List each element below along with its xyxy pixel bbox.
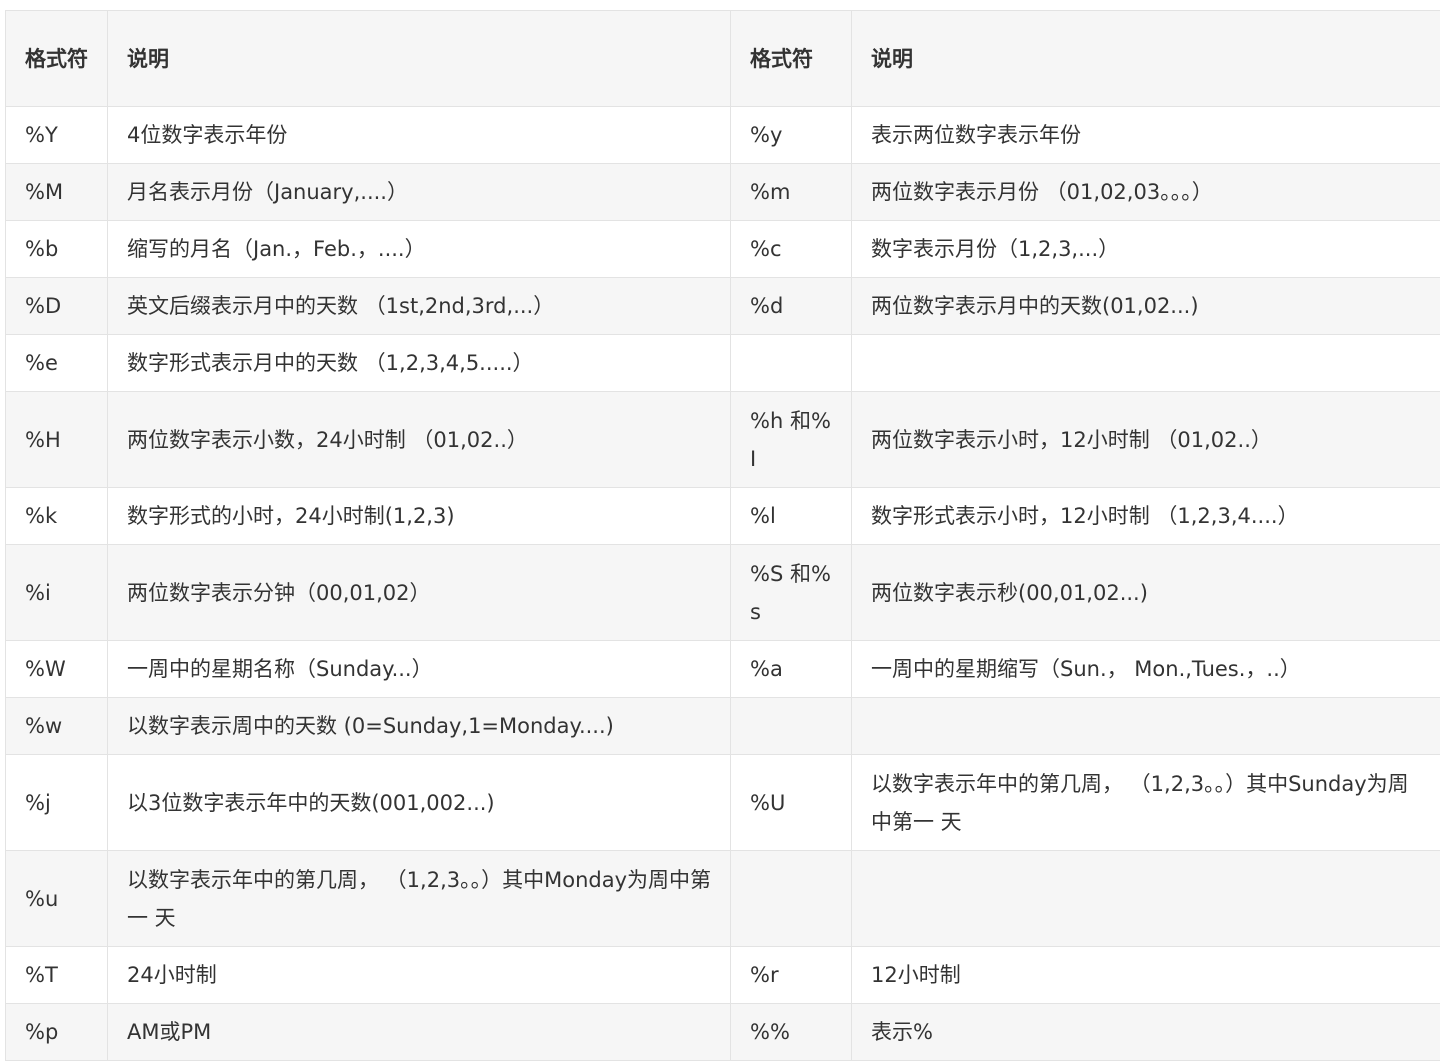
description-cell: 数字形式的小时，24小时制(1,2,3) xyxy=(107,487,731,545)
format-specifier-cell: %u xyxy=(5,850,108,947)
description-cell xyxy=(851,697,1440,755)
header-format-specifier-1: 格式符 xyxy=(5,10,108,107)
format-specifier-cell: %M xyxy=(5,163,108,221)
format-specifier-cell: %W xyxy=(5,640,108,698)
format-specifier-cell: %r xyxy=(730,946,852,1004)
format-specifier-cell: %j xyxy=(5,754,108,851)
table-row: %i 两位数字表示分钟（00,01,02） %S 和%s 两位数字表示秒(00,… xyxy=(5,544,1440,641)
format-specifier-cell: %H xyxy=(5,391,108,488)
format-specifier-cell: %p xyxy=(5,1003,108,1061)
description-cell: 月名表示月份（January,....） xyxy=(107,163,731,221)
format-specifier-cell: %S 和%s xyxy=(730,544,852,641)
description-cell: 缩写的月名（Jan.，Feb.，....） xyxy=(107,220,731,278)
header-format-specifier-2: 格式符 xyxy=(730,10,852,107)
description-cell: 以数字表示年中的第几周， （1,2,3。。）其中Monday为周中第一 天 xyxy=(107,850,731,947)
table-row: %u 以数字表示年中的第几周， （1,2,3。。）其中Monday为周中第一 天 xyxy=(5,850,1440,947)
format-specifier-cell: %y xyxy=(730,106,852,164)
table-row: %Y 4位数字表示年份 %y 表示两位数字表示年份 xyxy=(5,106,1440,164)
format-specifier-cell: %a xyxy=(730,640,852,698)
description-cell: 数字形式表示月中的天数 （1,2,3,4,5.....） xyxy=(107,334,731,392)
table-body: %Y 4位数字表示年份 %y 表示两位数字表示年份 %M 月名表示月份（Janu… xyxy=(5,106,1440,1061)
format-specifier-cell: %l xyxy=(730,487,852,545)
description-cell xyxy=(851,850,1440,947)
table-row: %M 月名表示月份（January,....） %m 两位数字表示月份 （01,… xyxy=(5,163,1440,221)
format-specifier-cell xyxy=(730,850,852,947)
description-cell: 一周中的星期缩写（Sun.， Mon.,Tues.，..） xyxy=(851,640,1440,698)
format-specifier-cell: %d xyxy=(730,277,852,335)
description-cell: 以数字表示年中的第几周， （1,2,3。。）其中Sunday为周中第一 天 xyxy=(851,754,1440,851)
description-cell: 两位数字表示月份 （01,02,03。。。） xyxy=(851,163,1440,221)
format-specifier-cell: %D xyxy=(5,277,108,335)
date-format-table: 格式符 说明 格式符 说明 %Y 4位数字表示年份 %y 表示两位数字表示年份 … xyxy=(5,10,1440,1061)
table-row: %W 一周中的星期名称（Sunday...） %a 一周中的星期缩写（Sun.，… xyxy=(5,640,1440,698)
description-cell: 一周中的星期名称（Sunday...） xyxy=(107,640,731,698)
format-specifier-cell xyxy=(730,334,852,392)
format-specifier-cell: %m xyxy=(730,163,852,221)
table-row: %p AM或PM %% 表示% xyxy=(5,1003,1440,1061)
description-cell: 以3位数字表示年中的天数(001,002...) xyxy=(107,754,731,851)
description-cell: 4位数字表示年份 xyxy=(107,106,731,164)
description-cell: 两位数字表示秒(00,01,02...) xyxy=(851,544,1440,641)
table-header-row: 格式符 说明 格式符 说明 xyxy=(5,10,1440,107)
format-specifier-cell: %e xyxy=(5,334,108,392)
description-cell: 以数字表示周中的天数 (0=Sunday,1=Monday....) xyxy=(107,697,731,755)
description-cell: 两位数字表示小数，24小时制 （01,02..） xyxy=(107,391,731,488)
description-cell: 表示% xyxy=(851,1003,1440,1061)
format-specifier-cell: %% xyxy=(730,1003,852,1061)
description-cell: AM或PM xyxy=(107,1003,731,1061)
format-specifier-cell: %k xyxy=(5,487,108,545)
table-row: %w 以数字表示周中的天数 (0=Sunday,1=Monday....) xyxy=(5,697,1440,755)
table-row: %T 24小时制 %r 12小时制 xyxy=(5,946,1440,1004)
format-specifier-cell: %b xyxy=(5,220,108,278)
header-description-1: 说明 xyxy=(107,10,731,107)
format-specifier-cell: %i xyxy=(5,544,108,641)
table-row: %D 英文后缀表示月中的天数 （1st,2nd,3rd,...） %d 两位数字… xyxy=(5,277,1440,335)
description-cell: 数字表示月份（1,2,3,...） xyxy=(851,220,1440,278)
header-description-2: 说明 xyxy=(851,10,1440,107)
description-cell: 两位数字表示月中的天数(01,02...) xyxy=(851,277,1440,335)
description-cell: 英文后缀表示月中的天数 （1st,2nd,3rd,...） xyxy=(107,277,731,335)
table-row: %e 数字形式表示月中的天数 （1,2,3,4,5.....） xyxy=(5,334,1440,392)
table-row: %b 缩写的月名（Jan.，Feb.，....） %c 数字表示月份（1,2,3… xyxy=(5,220,1440,278)
format-table-container: 格式符 说明 格式符 说明 %Y 4位数字表示年份 %y 表示两位数字表示年份 … xyxy=(5,10,1440,1061)
description-cell xyxy=(851,334,1440,392)
format-specifier-cell: %Y xyxy=(5,106,108,164)
format-specifier-cell xyxy=(730,697,852,755)
format-specifier-cell: %T xyxy=(5,946,108,1004)
description-cell: 表示两位数字表示年份 xyxy=(851,106,1440,164)
format-specifier-cell: %c xyxy=(730,220,852,278)
format-specifier-cell: %U xyxy=(730,754,852,851)
format-specifier-cell: %w xyxy=(5,697,108,755)
table-row: %k 数字形式的小时，24小时制(1,2,3) %l 数字形式表示小时，12小时… xyxy=(5,487,1440,545)
description-cell: 12小时制 xyxy=(851,946,1440,1004)
description-cell: 两位数字表示分钟（00,01,02） xyxy=(107,544,731,641)
description-cell: 两位数字表示小时，12小时制 （01,02..） xyxy=(851,391,1440,488)
table-row: %H 两位数字表示小数，24小时制 （01,02..） %h 和%I 两位数字表… xyxy=(5,391,1440,488)
format-specifier-cell: %h 和%I xyxy=(730,391,852,488)
description-cell: 数字形式表示小时，12小时制 （1,2,3,4....） xyxy=(851,487,1440,545)
description-cell: 24小时制 xyxy=(107,946,731,1004)
table-row: %j 以3位数字表示年中的天数(001,002...) %U 以数字表示年中的第… xyxy=(5,754,1440,851)
